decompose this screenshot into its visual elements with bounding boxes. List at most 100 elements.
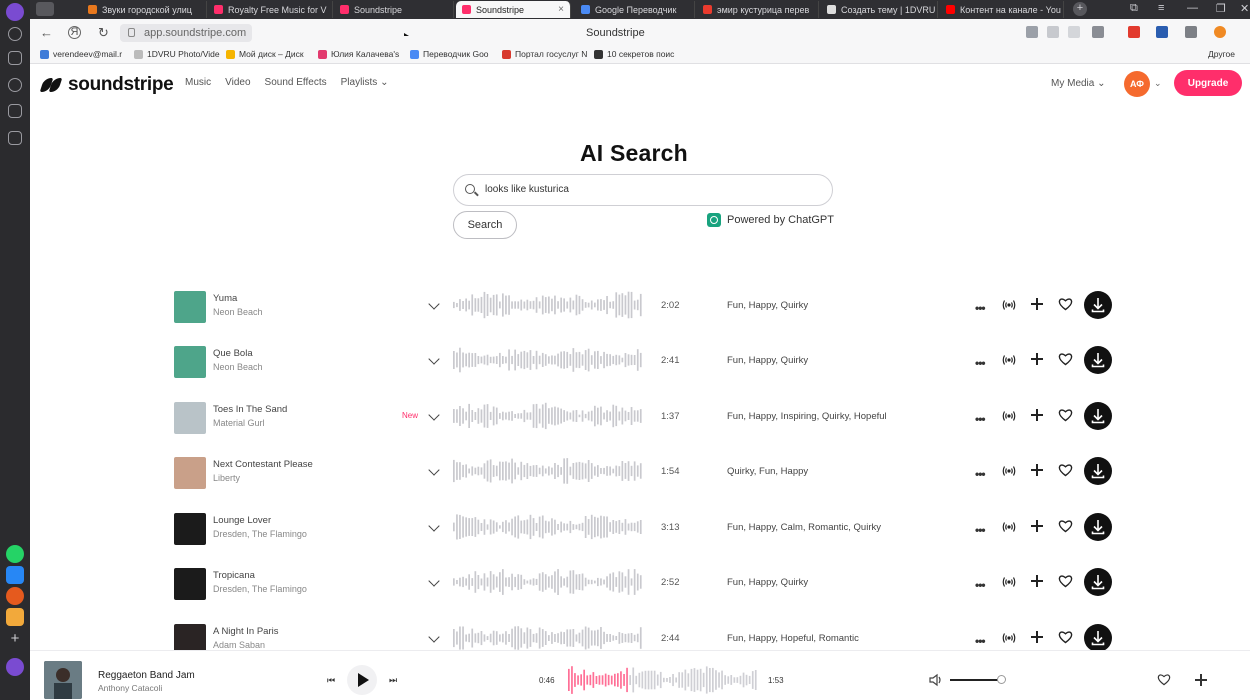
- download-button[interactable]: [1084, 513, 1112, 541]
- add-to-playlist-icon[interactable]: [1030, 352, 1044, 366]
- menu-icon[interactable]: ≡: [1158, 2, 1164, 14]
- add-to-playlist-icon[interactable]: [1030, 519, 1044, 533]
- track-artist[interactable]: Dresden, The Flamingo: [213, 584, 307, 594]
- track-waveform[interactable]: [453, 513, 643, 541]
- similar-songs-icon[interactable]: [1002, 575, 1016, 589]
- profile-icon[interactable]: [6, 3, 24, 21]
- volume-icon[interactable]: [929, 673, 943, 687]
- nav-playlists[interactable]: Playlists ⌄: [341, 77, 389, 88]
- track-tags[interactable]: Quirky, Fun, Happy: [727, 466, 808, 477]
- track-artwork[interactable]: [174, 291, 206, 323]
- avatar[interactable]: АФ: [1124, 71, 1150, 97]
- more-options-icon[interactable]: •••: [975, 467, 986, 481]
- search-input[interactable]: looks like kusturica: [453, 174, 833, 206]
- soundstripe-logo[interactable]: soundstripe: [39, 74, 174, 96]
- more-options-icon[interactable]: •••: [975, 356, 986, 370]
- player-track-artist[interactable]: Anthony Catacoli: [98, 683, 162, 693]
- download-button[interactable]: [1084, 568, 1112, 596]
- volume-knob[interactable]: [996, 675, 1006, 684]
- close-window-icon[interactable]: ✕: [1240, 2, 1249, 15]
- download-button[interactable]: [1084, 402, 1112, 430]
- track-row[interactable]: Que Bola Neon Beach 2:41 Fun, Happy, Quirky…: [30, 346, 1250, 401]
- volume-slider[interactable]: [950, 675, 1006, 684]
- chevron-down-icon[interactable]: [428, 631, 440, 643]
- pdf-icon[interactable]: [1156, 26, 1168, 38]
- chevron-down-icon[interactable]: [428, 353, 440, 365]
- more-options-icon[interactable]: •••: [975, 301, 986, 315]
- apps-icon[interactable]: [1026, 26, 1038, 38]
- chevron-down-icon[interactable]: [428, 409, 440, 421]
- tabs-overview-icon[interactable]: ⧉: [1130, 2, 1138, 15]
- track-artwork[interactable]: [174, 568, 206, 600]
- nav-music[interactable]: Music: [185, 77, 211, 88]
- chevron-down-icon[interactable]: [428, 464, 440, 476]
- track-artist[interactable]: Material Gurl: [213, 418, 265, 428]
- track-title[interactable]: Lounge Lover: [213, 515, 271, 526]
- track-waveform[interactable]: [453, 402, 643, 430]
- similar-songs-icon[interactable]: [1002, 298, 1016, 312]
- track-tags[interactable]: Fun, Happy, Hopeful, Romantic: [727, 633, 859, 644]
- track-title[interactable]: Tropicana: [213, 570, 255, 581]
- track-waveform[interactable]: [453, 457, 643, 485]
- track-tags[interactable]: Fun, Happy, Inspiring, Quirky, Hopeful: [727, 411, 887, 422]
- player-waveform[interactable]: [568, 665, 758, 695]
- track-tags[interactable]: Fun, Happy, Calm, Romantic, Quirky: [727, 522, 881, 533]
- heart-icon[interactable]: [1058, 630, 1073, 644]
- download-button[interactable]: [1084, 291, 1112, 319]
- bookmark-item[interactable]: 1DVRU Photo/Vide: [134, 49, 220, 59]
- new-tab-icon[interactable]: +: [1073, 2, 1087, 16]
- browser-tab[interactable]: эмир кустурица перев: [697, 1, 819, 18]
- browser-tab[interactable]: Soundstripe ×: [456, 1, 571, 18]
- downloads-icon[interactable]: [8, 104, 22, 118]
- track-row[interactable]: Yuma Neon Beach 2:02 Fun, Happy, Quirky •••: [30, 291, 1250, 346]
- browser-tab[interactable]: Контент на канале - You: [940, 1, 1064, 18]
- other-bookmarks[interactable]: Другое: [1208, 49, 1235, 59]
- track-waveform[interactable]: [453, 568, 643, 596]
- yandex-icon[interactable]: Я: [68, 26, 81, 39]
- next-icon[interactable]: ⏭: [389, 675, 397, 686]
- tab-group-icon[interactable]: [36, 2, 54, 16]
- add-to-playlist-icon[interactable]: [1030, 574, 1044, 588]
- download-button[interactable]: [1084, 346, 1112, 374]
- track-tags[interactable]: Fun, Happy, Quirky: [727, 577, 808, 588]
- heart-icon[interactable]: [1058, 574, 1073, 588]
- download-button[interactable]: [1084, 624, 1112, 652]
- my-media-menu[interactable]: My Media ⌄: [1051, 78, 1106, 89]
- add-to-playlist-icon[interactable]: [1030, 408, 1044, 422]
- translate-icon[interactable]: [1068, 26, 1080, 38]
- track-artist[interactable]: Adam Saban: [213, 640, 265, 650]
- extension-icon[interactable]: [1128, 26, 1140, 38]
- vlc-icon[interactable]: [1214, 26, 1226, 38]
- add-icon[interactable]: [1194, 673, 1208, 687]
- play-panel-icon[interactable]: [8, 78, 22, 92]
- chevron-down-icon[interactable]: ⌄: [1154, 78, 1162, 89]
- restore-icon[interactable]: ❐: [1216, 2, 1226, 15]
- nav-sound-effects[interactable]: Sound Effects: [265, 77, 327, 88]
- track-row[interactable]: Toes In The Sand Material Gurl New 1:37 Fun,…: [30, 402, 1250, 457]
- assistant-icon[interactable]: [6, 658, 24, 676]
- mail-icon[interactable]: [6, 608, 24, 626]
- similar-songs-icon[interactable]: [1002, 631, 1016, 645]
- bookmark-item[interactable]: Портал госуслуг N: [502, 49, 587, 59]
- more-options-icon[interactable]: •••: [975, 412, 986, 426]
- bookmark-icon[interactable]: [1092, 26, 1104, 38]
- add-to-playlist-icon[interactable]: [1030, 463, 1044, 477]
- track-artist[interactable]: Neon Beach: [213, 362, 263, 372]
- download-button[interactable]: [1084, 457, 1112, 485]
- heart-icon[interactable]: [1058, 352, 1073, 366]
- browser-tab[interactable]: Создать тему | 1DVRU F: [821, 1, 938, 18]
- add-to-playlist-icon[interactable]: [1030, 630, 1044, 644]
- track-title[interactable]: Toes In The Sand: [213, 404, 287, 415]
- heart-icon[interactable]: [1058, 297, 1073, 311]
- track-row[interactable]: Tropicana Dresden, The Flamingo 2:52 Fun, H…: [30, 568, 1250, 623]
- track-row[interactable]: Lounge Lover Dresden, The Flamingo 3:13 Fun…: [30, 513, 1250, 568]
- url-field[interactable]: app.soundstripe.com: [120, 24, 253, 42]
- bookmark-item[interactable]: Переводчик Goo: [410, 49, 489, 59]
- bookmark-item[interactable]: 10 секретов поис: [594, 49, 674, 59]
- more-options-icon[interactable]: •••: [975, 523, 986, 537]
- collections-icon[interactable]: [8, 51, 22, 65]
- track-waveform[interactable]: [453, 291, 643, 319]
- history-icon[interactable]: [8, 27, 22, 41]
- similar-songs-icon[interactable]: [1002, 353, 1016, 367]
- track-artwork[interactable]: [174, 457, 206, 489]
